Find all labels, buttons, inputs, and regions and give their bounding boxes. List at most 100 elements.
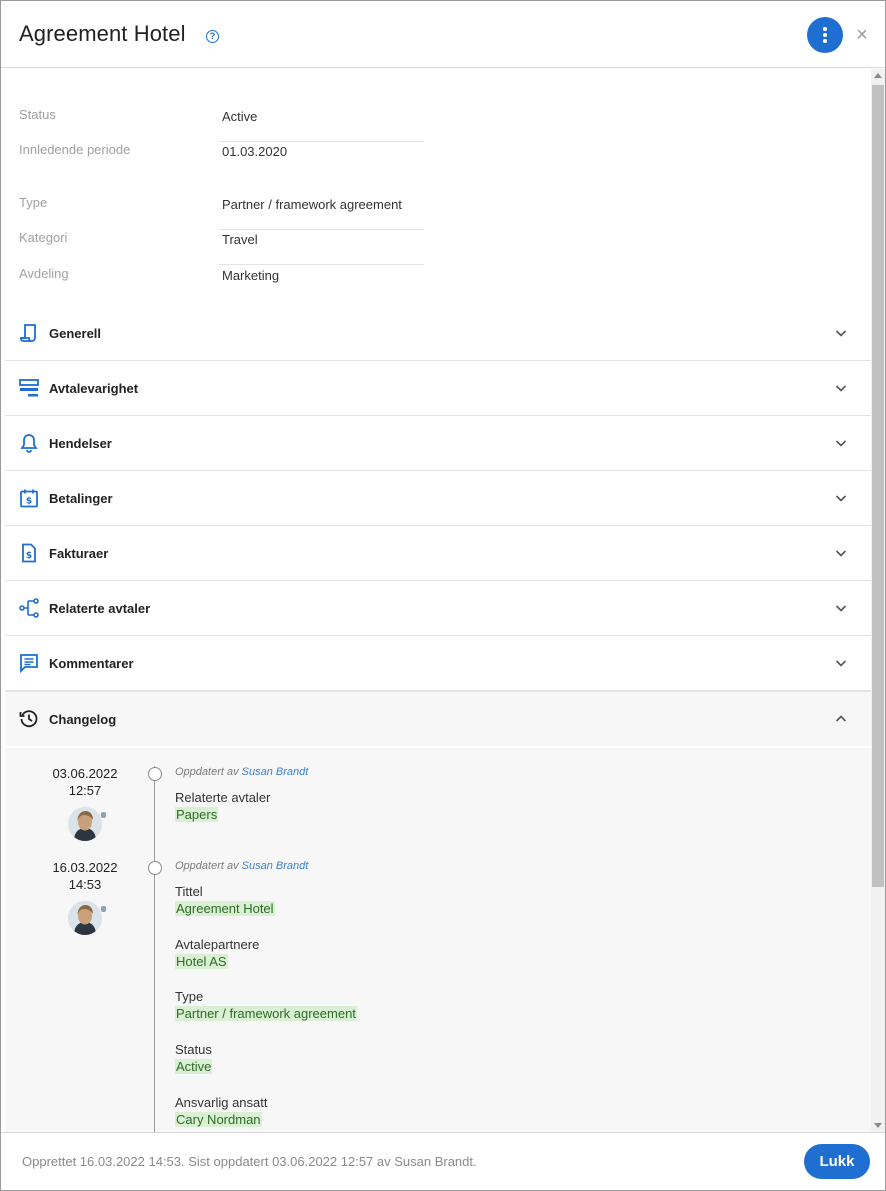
bell-icon [20, 434, 38, 453]
entry-meta: Oppdatert av Susan Brandt [175, 860, 308, 872]
field-type: Type Partner / framework agreement [19, 195, 424, 230]
svg-text:$: $ [26, 551, 32, 561]
section-fakturaer[interactable]: $ Fakturaer [5, 526, 871, 581]
avatar-badge [101, 812, 106, 818]
invoice-icon: $ [22, 543, 36, 563]
field-category: Kategori Travel [19, 230, 424, 265]
entry-date-day: 03.06.2022 [52, 766, 118, 781]
more-vertical-icon [823, 27, 827, 43]
change-value: Partner / framework agreement [175, 1006, 357, 1021]
entry-date-time: 12:57 [68, 783, 102, 798]
section-label: Generell [49, 326, 102, 341]
user-avatar-image [68, 807, 102, 841]
change-value: Agreement Hotel [175, 901, 275, 916]
scroll-icon [20, 324, 36, 342]
field-value: Marketing [222, 268, 280, 283]
page-title: Agreement Hotel [19, 21, 186, 46]
field-label: Avdeling [19, 266, 69, 281]
field-label: Innledende periode [19, 142, 131, 157]
timeline-node [148, 767, 162, 781]
field-label: Type [19, 195, 48, 210]
entry-meta: Oppdatert av Susan Brandt [175, 766, 308, 778]
duration-icon [19, 379, 39, 397]
timeline-line [154, 766, 155, 1132]
section-label: Avtalevarighet [49, 381, 139, 396]
section-betalinger[interactable]: $ Betalinger [5, 471, 871, 526]
close-icon[interactable]: × [852, 25, 872, 45]
change-label: Status [175, 1042, 212, 1057]
user-link[interactable]: Susan Brandt [242, 860, 309, 872]
modal-content[interactable]: Status Active Innledende periode 01.03.2… [1, 69, 871, 1132]
section-label: Changelog [49, 712, 117, 727]
section-avtalevarighet[interactable]: Avtalevarighet [5, 361, 871, 416]
field-value: Partner / framework agreement [222, 197, 402, 212]
svg-text:$: $ [26, 497, 32, 507]
section-kommentarer[interactable]: Kommentarer [5, 636, 871, 691]
vertical-scrollbar[interactable] [871, 69, 885, 1132]
timeline-node [148, 861, 162, 875]
scrollbar-thumb[interactable] [872, 85, 884, 887]
meta-prefix: Oppdatert av [175, 860, 239, 872]
entry-date-day: 16.03.2022 [52, 860, 118, 875]
entry-date: 03.06.2022 12:57 [35, 765, 135, 799]
field-value: 01.03.2020 [222, 144, 288, 159]
comment-icon [20, 654, 38, 673]
field-label: Kategori [19, 230, 68, 245]
avatar [68, 901, 102, 935]
chevron-down-icon [835, 330, 847, 337]
entry-date-time: 14:53 [68, 877, 102, 892]
entry-date: 16.03.2022 14:53 [35, 859, 135, 893]
footer-status-text: Opprettet 16.03.2022 14:53. Sist oppdate… [22, 1154, 477, 1169]
chevron-down-icon [835, 440, 847, 447]
change-value: Papers [175, 807, 219, 822]
section-relaterte-avtaler[interactable]: Relaterte avtaler [5, 581, 871, 636]
user-link[interactable]: Susan Brandt [242, 766, 309, 778]
related-icon [19, 598, 39, 618]
change-item: Type Partner / framework agreement [175, 989, 357, 1021]
calendar-dollar-icon: $ [20, 489, 38, 508]
section-changelog[interactable]: Changelog [5, 691, 871, 746]
chevron-down-icon [835, 660, 847, 667]
change-item: Tittel Agreement Hotel [175, 884, 275, 916]
history-icon [19, 710, 38, 728]
field-initial-period: Innledende periode 01.03.2020 [19, 142, 424, 177]
user-avatar-image [68, 901, 102, 935]
scroll-down-icon[interactable] [874, 1123, 882, 1128]
avatar [68, 807, 102, 841]
change-item: Ansvarlig ansatt Cary Nordman [175, 1095, 268, 1127]
section-label: Relaterte avtaler [49, 601, 151, 616]
change-label: Relaterte avtaler [175, 790, 271, 805]
change-value: Hotel AS [175, 954, 228, 969]
section-hendelser[interactable]: Hendelser [5, 416, 871, 471]
change-label: Ansvarlig ansatt [175, 1095, 268, 1110]
scroll-up-icon[interactable] [874, 73, 882, 78]
avatar-badge [101, 906, 106, 912]
change-label: Type [175, 989, 204, 1004]
field-value: Travel [222, 232, 258, 247]
change-label: Avtalepartnere [175, 937, 260, 952]
modal-footer: Opprettet 16.03.2022 14:53. Sist oppdate… [1, 1132, 885, 1190]
section-label: Kommentarer [49, 656, 134, 671]
modal-header: Agreement Hotel ? × [1, 1, 885, 68]
more-options-button[interactable] [807, 17, 843, 53]
help-icon[interactable]: ? [206, 30, 219, 43]
close-button[interactable]: Lukk [804, 1144, 870, 1179]
changelog-panel: 03.06.2022 12:57 Oppdatert av Susan Bran… [5, 748, 871, 1132]
section-label: Betalinger [49, 491, 113, 506]
field-department: Avdeling Marketing [19, 266, 424, 301]
change-value: Cary Nordman [175, 1112, 262, 1127]
section-label: Fakturaer [49, 546, 109, 561]
chevron-down-icon [835, 550, 847, 557]
accordion-sections: Generell Avtalevarighet Hendelser $ Beta… [5, 306, 871, 746]
chevron-down-icon [835, 385, 847, 392]
field-status: Status Active [19, 107, 424, 142]
meta-prefix: Oppdatert av [175, 766, 239, 778]
chevron-down-icon [835, 605, 847, 612]
change-value: Active [175, 1059, 213, 1074]
field-label: Status [19, 107, 56, 122]
change-item: Status Active [175, 1042, 213, 1074]
section-generell[interactable]: Generell [5, 306, 871, 361]
chevron-up-icon [835, 715, 847, 722]
change-item: Relaterte avtaler Papers [175, 790, 270, 822]
change-item: Avtalepartnere Hotel AS [175, 937, 259, 969]
